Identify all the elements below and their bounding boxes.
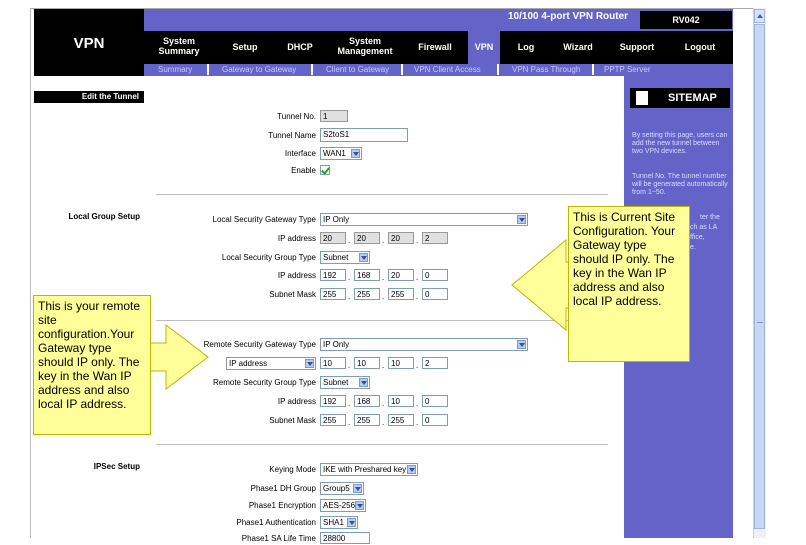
- callout-arrow-left: [149, 323, 209, 391]
- callout-current-site: This is Current Site Configuration. Your…: [568, 206, 690, 362]
- callout-remote-site: This is your remote site configuration.Y…: [33, 295, 151, 435]
- callout-arrow-right: [511, 238, 577, 332]
